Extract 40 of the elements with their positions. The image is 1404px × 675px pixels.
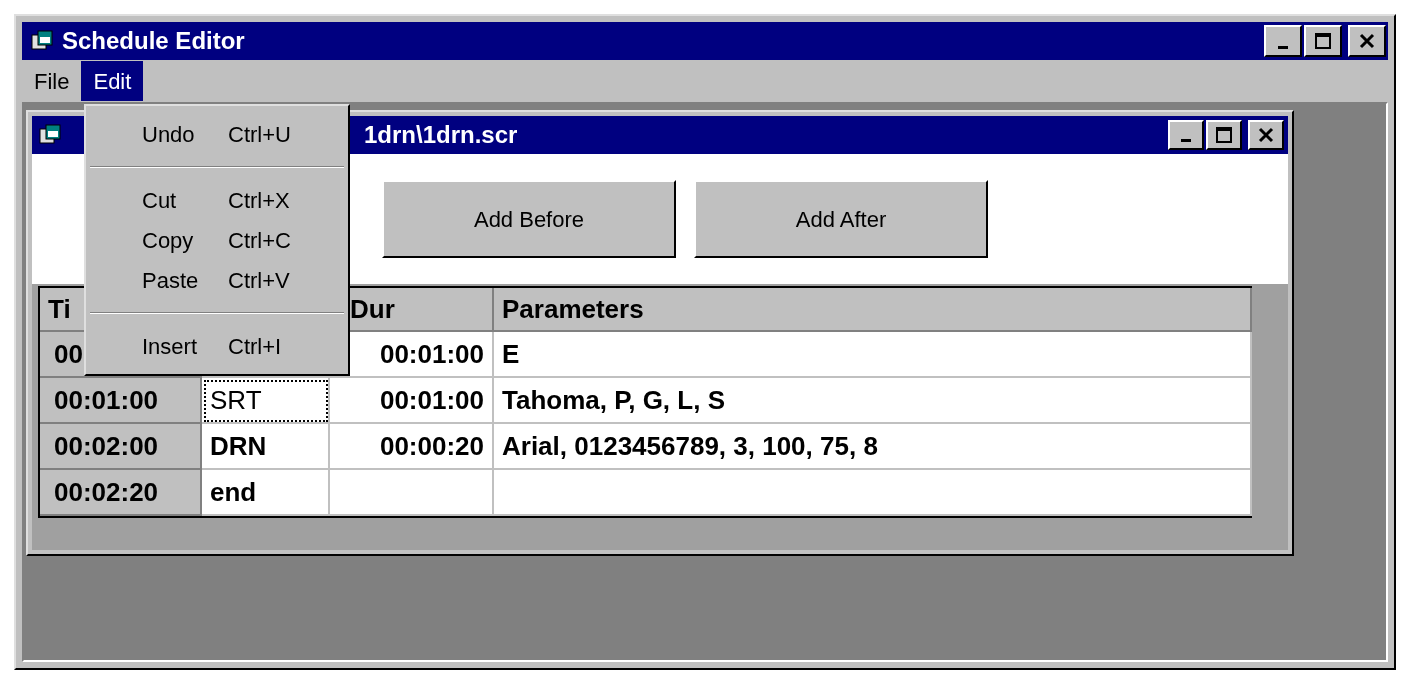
menu-entry[interactable]: Undo Ctrl+U [86, 114, 348, 154]
table-cell[interactable] [330, 470, 494, 516]
table-cell[interactable]: Tahoma, P, G, L, S [494, 378, 1252, 424]
table-cell[interactable]: 00:01:00 [330, 378, 494, 424]
minimize-icon [1181, 139, 1191, 142]
add-button[interactable]: Add After [694, 180, 988, 258]
maximize-icon [1314, 32, 1332, 50]
child-window-title: 1drn\1drn.scr [364, 120, 518, 150]
maximize-icon [1215, 126, 1233, 144]
close-icon [1358, 32, 1376, 50]
close-button[interactable] [1348, 25, 1386, 57]
column-header: Dur [350, 292, 395, 326]
row-header: 00:01:00 [40, 378, 202, 424]
close-button[interactable] [1248, 120, 1284, 150]
window-icon [30, 29, 56, 53]
minimize-button[interactable] [1168, 120, 1204, 150]
minimize-button[interactable] [1264, 25, 1302, 57]
table-cell[interactable]: 00:00:20 [330, 424, 494, 470]
table-cell[interactable]: Arial, 0123456789, 3, 100, 75, 8 [494, 424, 1252, 470]
table-cell[interactable]: E [494, 332, 1252, 378]
menu-entry[interactable]: Paste Ctrl+V [86, 260, 348, 300]
table-cell[interactable]: end [202, 470, 330, 516]
menu-entry[interactable]: Cut Ctrl+X [86, 180, 348, 220]
row-header: 00:02:20 [40, 470, 202, 516]
table-cell[interactable] [494, 470, 1252, 516]
row-header: 00:02:00 [40, 424, 202, 470]
window-icon [38, 123, 64, 147]
maximize-button[interactable] [1206, 120, 1242, 150]
maximize-button[interactable] [1304, 25, 1342, 57]
menu-item[interactable]: Edit [81, 61, 144, 101]
column-header: Ti [48, 292, 71, 326]
menu-entry[interactable]: Copy Ctrl+C [86, 220, 348, 260]
menu-item[interactable]: File [22, 61, 82, 101]
minimize-icon [1278, 46, 1288, 49]
window-title: Schedule Editor [62, 26, 245, 56]
table-cell[interactable]: SRT [202, 378, 330, 424]
table-cell[interactable]: DRN [202, 424, 330, 470]
close-icon [1257, 126, 1275, 144]
column-header: Parameters [502, 292, 644, 326]
add-button[interactable]: Add Before [382, 180, 676, 258]
